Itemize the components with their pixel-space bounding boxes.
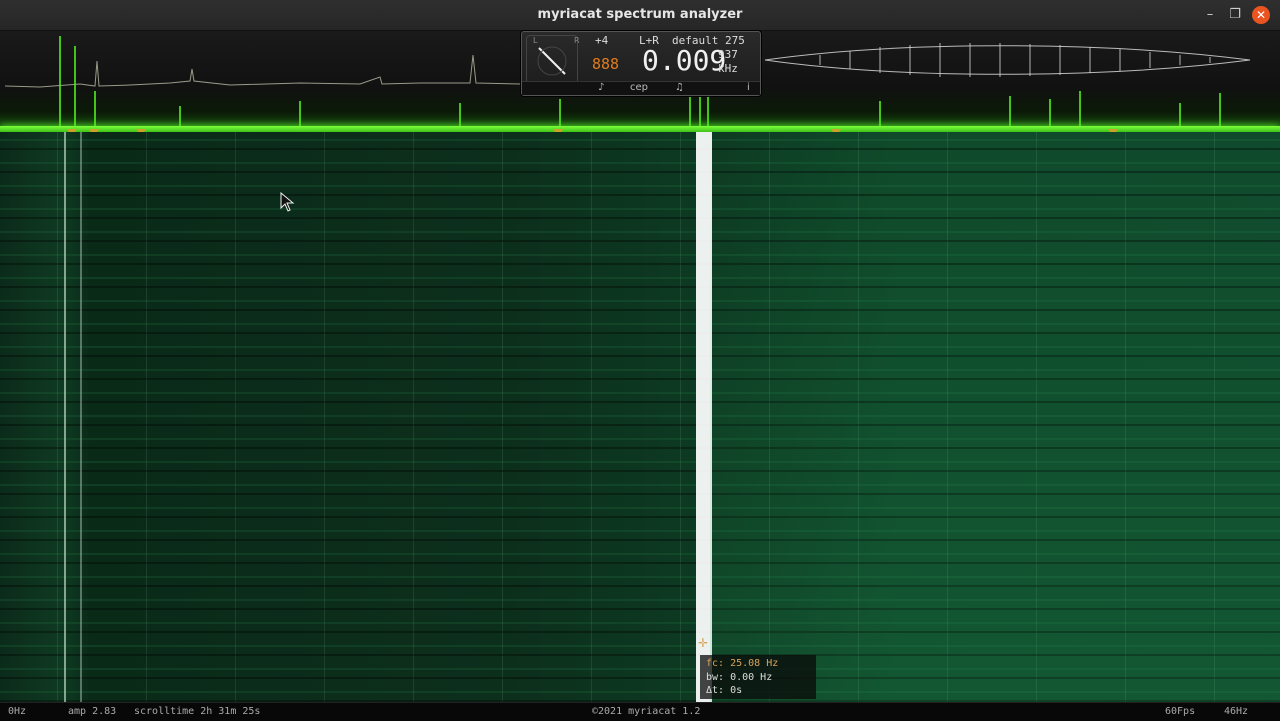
control-panel[interactable]: L R +4 L+R default 275 888 0.009 937 kHz… [521, 31, 761, 96]
crosshair-icon: ✛ [698, 636, 709, 650]
window-titlebar: myriacat spectrum analyzer – ❐ ✕ [0, 0, 1280, 31]
channel-right-label: R [574, 36, 580, 45]
hud-toolbar: ♪ cep ♫ i [522, 81, 760, 95]
fps-counter: 60Fps [1165, 706, 1196, 717]
bandwidth: bw: 0.00 Hz [706, 672, 773, 683]
cursor-readout: fc: 25.08 Hz bw: 0.00 Hz Δt: 0s [700, 655, 816, 699]
info-button[interactable]: i [747, 82, 750, 93]
transpose-value[interactable]: +4 [595, 34, 608, 47]
note-button[interactable]: ♫ [675, 82, 684, 93]
frequency-unit: kHz [718, 62, 738, 75]
delta-time: Δt: 0s [706, 685, 743, 696]
cepstrum-button[interactable]: cep [630, 82, 648, 93]
copyright: ©2021 myriacat 1.2 [592, 706, 701, 717]
mouse-pointer-icon [280, 192, 295, 212]
frequency-display: 0.009 [642, 44, 727, 77]
scroll-time: scrolltime 2h 31m 25s [134, 706, 261, 717]
bass-button[interactable]: ♪ [598, 82, 604, 93]
amplitude: amp 2.83 [68, 706, 117, 717]
window-title: myriacat spectrum analyzer [537, 7, 743, 22]
maximize-icon[interactable]: ❐ [1226, 6, 1244, 24]
frequency-fraction: 937 [718, 48, 738, 61]
waterfall-highband [710, 132, 1280, 702]
needle-meter-icon: L R [526, 35, 580, 85]
min-frequency: 0Hz [8, 706, 27, 717]
segment-display: 888 [592, 55, 620, 73]
max-frequency: 46Hz [1224, 706, 1249, 717]
status-bar: 0Hz amp 2.83 scrolltime 2h 31m 25s ©2021… [0, 702, 1280, 721]
channel-left-label: L [533, 36, 538, 45]
minimize-icon[interactable]: – [1201, 6, 1219, 24]
close-icon[interactable]: ✕ [1252, 6, 1270, 24]
spectrogram-waterfall[interactable] [0, 132, 1280, 702]
center-frequency: fc: 25.08 Hz [706, 658, 779, 669]
preset-value: 275 [725, 34, 745, 47]
